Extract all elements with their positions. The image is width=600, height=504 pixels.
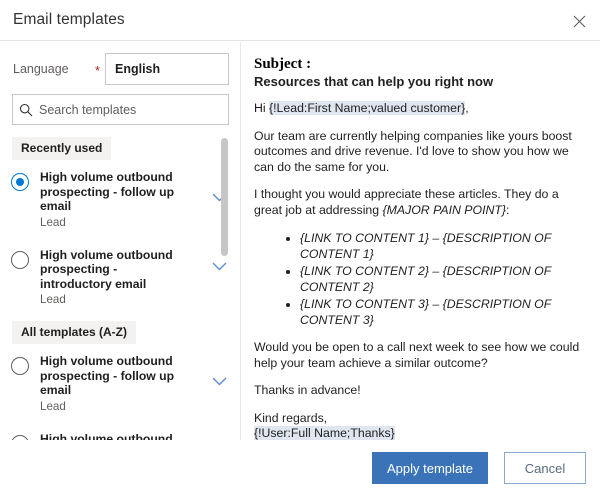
greeting-suffix: , [465,101,468,115]
language-field[interactable]: English [105,53,229,85]
subject-label: Subject : [254,56,584,73]
body-paragraph-3: Would you be open to a call next week to… [254,340,584,371]
template-info: High volume outbound prospecting - intro… [40,432,206,441]
close-button[interactable] [564,6,594,36]
template-info: High volume outbound prospecting - intro… [40,248,206,308]
list-item: {LINK TO CONTENT 2} – {DESCRIPTION OF CO… [300,263,584,295]
signoff-line: Kind regards, [254,411,584,427]
body-paragraph-4: Thanks in advance! [254,383,584,399]
body-paragraph-2: I thought you would appreciate these art… [254,187,584,218]
cancel-button[interactable]: Cancel [504,452,586,484]
dialog-footer: Apply template Cancel [0,440,600,504]
list-item[interactable]: High volume outbound prospecting - intro… [0,426,240,441]
template-info: High volume outbound prospecting - follo… [40,170,206,230]
template-info: High volume outbound prospecting - follo… [40,354,206,414]
dialog-titlebar: Email templates [0,0,600,41]
greeting-prefix: Hi [254,101,269,115]
language-row: Language * English [0,53,240,87]
body-paragraph-1: Our team are currently helping companies… [254,129,584,176]
paragraph2-suffix: : [506,203,509,217]
expand-button[interactable] [206,368,232,394]
template-name: High volume outbound prospecting - follo… [40,354,192,398]
list-item: {LINK TO CONTENT 3} – {DESCRIPTION OF CO… [300,296,584,328]
list-item[interactable]: High volume outbound prospecting - follo… [0,348,240,420]
signature-token: {!User:Full Name;Thanks} [254,426,395,440]
group-header-recently-used: Recently used [12,137,111,160]
chevron-down-icon [212,259,227,274]
close-icon [573,15,586,28]
search-icon [13,103,39,117]
template-name: High volume outbound prospecting - intro… [40,248,192,292]
required-marker: * [95,64,100,77]
template-entity: Lead [40,399,202,414]
template-name: High volume outbound prospecting - intro… [40,432,192,441]
language-label: Language [13,62,69,76]
greeting-paragraph: Hi {!Lead:First Name;valued customer}, [254,101,584,117]
template-preview: Subject : Resources that can help you ri… [241,42,600,440]
template-list[interactable]: Recently used High volume outbound prosp… [0,135,240,440]
list-item[interactable]: High volume outbound prospecting - intro… [0,242,240,314]
search-templates-box[interactable] [12,94,229,125]
content-links-list: {LINK TO CONTENT 1} – {DESCRIPTION OF CO… [254,230,584,328]
template-name: High volume outbound prospecting - follo… [40,170,192,214]
subject-value: Resources that can help you right now [254,73,584,90]
signature-block: Kind regards, {!User:Full Name;Thanks} [254,411,584,441]
list-item: {LINK TO CONTENT 1} – {DESCRIPTION OF CO… [300,230,584,262]
group-header-all-templates: All templates (A-Z) [12,321,136,344]
template-entity: Lead [40,215,202,230]
template-radio[interactable] [11,173,29,191]
search-input[interactable] [39,103,228,117]
list-scrollbar[interactable] [221,138,228,256]
expand-button[interactable] [206,184,232,210]
pain-point-token: {MAJOR PAIN POINT} [383,203,506,217]
template-picker-panel: Language * English Recently used High vo… [0,41,240,440]
email-templates-dialog: Email templates Language * English [0,0,600,504]
template-entity: Lead [40,292,202,307]
apply-template-button[interactable]: Apply template [372,452,488,484]
page-title: Email templates [13,11,125,29]
expand-button[interactable] [206,254,232,280]
template-radio[interactable] [11,251,29,269]
chevron-down-icon [212,374,227,389]
template-radio[interactable] [11,357,29,375]
greeting-token: {!Lead:First Name;valued customer} [269,101,465,115]
list-item[interactable]: High volume outbound prospecting - follo… [0,164,240,236]
